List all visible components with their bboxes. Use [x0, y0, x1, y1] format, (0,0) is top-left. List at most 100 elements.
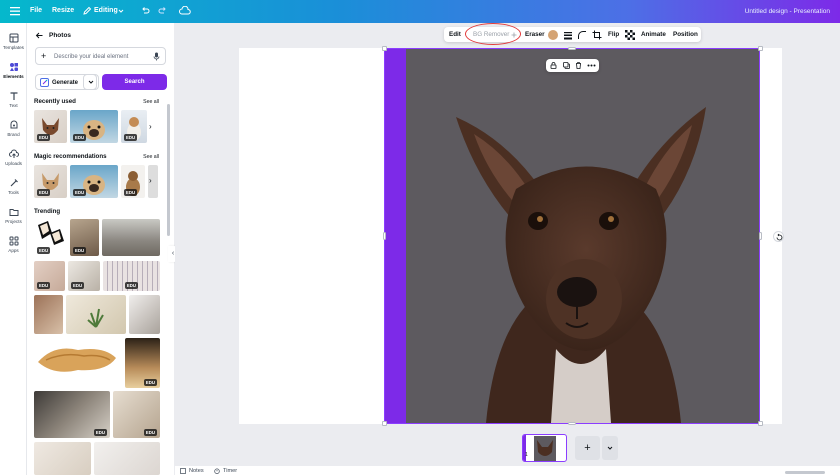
recent-photo-dog-3[interactable]: EDU — [121, 110, 147, 143]
resize-handle-left[interactable] — [383, 232, 386, 240]
border-style-icon[interactable] — [563, 30, 573, 40]
plus-icon[interactable]: + — [41, 51, 46, 61]
trending-photo-11[interactable]: EDU — [125, 338, 160, 388]
edu-badge: EDU — [143, 379, 157, 386]
trending-photo-5[interactable]: EDU — [68, 261, 100, 291]
tools-icon — [10, 179, 18, 187]
chevron-right-icon[interactable]: › — [149, 176, 152, 185]
panel-title: Photos — [49, 32, 72, 39]
recently-used-see-all[interactable]: See all — [143, 99, 159, 105]
trending-photo-6[interactable]: EDU — [103, 261, 160, 291]
trending-photo-12[interactable]: EDU — [34, 391, 110, 438]
rail-projects-label: Projects — [5, 219, 22, 224]
trending-photo-10[interactable] — [34, 338, 122, 381]
document-title[interactable]: Untitled design - Presentation — [745, 8, 830, 15]
undo-icon[interactable] — [140, 6, 150, 16]
cloud-saved-icon[interactable] — [179, 6, 191, 16]
edu-badge: EDU — [73, 189, 87, 196]
resize-handle-bottom-left[interactable] — [382, 421, 387, 426]
pencil-icon — [83, 6, 92, 15]
edu-badge: EDU — [37, 134, 51, 141]
edu-badge: EDU — [143, 429, 157, 436]
trending-photo-13[interactable]: EDU — [113, 391, 160, 438]
crop-icon[interactable] — [592, 30, 602, 40]
brand-icon — [10, 120, 17, 129]
redo-icon[interactable] — [158, 6, 168, 16]
transparency-icon[interactable] — [625, 30, 635, 40]
notes-icon — [180, 468, 186, 474]
resize-handle-top-right[interactable] — [758, 46, 763, 51]
trending-photo-14[interactable] — [34, 442, 91, 475]
duplicate-icon[interactable] — [563, 62, 570, 69]
panel-scrollbar[interactable] — [167, 104, 170, 236]
magic-see-all[interactable]: See all — [143, 154, 159, 160]
rail-text[interactable]: Text — [0, 91, 27, 108]
trending-photo-4[interactable]: EDU — [34, 261, 65, 291]
rail-projects[interactable]: Projects — [0, 207, 27, 224]
chevron-down-icon[interactable] — [118, 8, 124, 14]
menu-icon[interactable] — [10, 6, 20, 16]
magic-photo-dog-1[interactable]: EDU — [34, 165, 67, 198]
rotate-button[interactable] — [773, 231, 784, 242]
magic-photo-dog-3[interactable]: EDU — [121, 165, 145, 198]
resize-handle-right[interactable] — [759, 232, 762, 240]
rail-apps[interactable]: Apps — [0, 236, 27, 253]
chevron-right-icon[interactable]: › — [149, 122, 152, 131]
timer-button[interactable]: Timer — [223, 468, 237, 474]
search-input[interactable]: + Describe your ideal element — [35, 47, 166, 65]
eraser-button[interactable]: Eraser — [525, 31, 545, 38]
notes-button[interactable]: Notes — [189, 468, 204, 474]
edu-badge: EDU — [124, 134, 138, 141]
magic-photo-pug[interactable]: EDU — [70, 165, 118, 198]
element-quick-actions — [546, 59, 599, 72]
file-menu[interactable]: File — [30, 7, 42, 14]
color-swatch[interactable] — [548, 30, 558, 40]
trash-icon[interactable] — [575, 62, 582, 69]
rail-templates[interactable]: Templates — [0, 33, 27, 50]
recent-photo-dog-1[interactable]: EDU — [34, 110, 67, 143]
resize-handle-bottom[interactable] — [568, 422, 576, 425]
more-options-icon[interactable] — [587, 64, 596, 67]
chevron-down-icon — [607, 446, 613, 450]
trending-photo-2[interactable]: EDU — [70, 219, 99, 256]
edit-image-button[interactable]: Edit — [449, 31, 461, 38]
rotate-icon — [776, 233, 782, 240]
animate-button[interactable]: Animate — [641, 31, 666, 38]
rail-uploads[interactable]: Uploads — [0, 149, 27, 166]
trending-photo-8[interactable] — [66, 295, 126, 334]
add-page-button[interactable]: + — [575, 436, 600, 460]
position-button[interactable]: Position — [673, 31, 698, 38]
generate-options-dropdown[interactable] — [83, 74, 99, 90]
resize-handle-top-left[interactable] — [382, 46, 387, 51]
edu-badge: EDU — [73, 247, 87, 254]
rail-brand-label: Brand — [7, 132, 20, 137]
bg-remover-highlight-annotation — [465, 23, 521, 45]
projects-icon — [9, 209, 18, 216]
resize-handle-top[interactable] — [568, 47, 576, 50]
rail-brand[interactable]: Brand — [0, 120, 27, 137]
search-button[interactable]: Search — [102, 74, 167, 90]
trending-photo-1[interactable]: EDU — [34, 219, 67, 256]
trending-photo-7[interactable] — [34, 295, 63, 334]
editing-mode-button[interactable]: Editing — [94, 7, 118, 14]
rail-templates-label: Templates — [3, 45, 24, 50]
microphone-icon[interactable] — [153, 52, 160, 61]
recent-photo-pug[interactable]: EDU — [70, 110, 118, 143]
trending-photo-3[interactable] — [102, 219, 160, 256]
resize-handle-bottom-right[interactable] — [758, 421, 763, 426]
page-thumbnail[interactable] — [522, 434, 567, 462]
corner-rounding-icon[interactable] — [577, 30, 587, 40]
trending-photo-15[interactable] — [94, 442, 160, 475]
trending-photo-9[interactable] — [129, 295, 160, 334]
flip-button[interactable]: Flip — [608, 31, 619, 38]
rail-elements[interactable]: Elements — [0, 62, 27, 79]
zoom-slider[interactable] — [785, 471, 825, 474]
text-icon — [10, 92, 17, 100]
back-arrow-icon[interactable] — [35, 31, 44, 40]
page-number: 1 — [525, 452, 528, 458]
rail-tools[interactable]: Tools — [0, 178, 27, 195]
chevron-down-icon — [88, 80, 94, 84]
lock-icon[interactable] — [550, 62, 557, 69]
add-page-options-button[interactable] — [602, 436, 618, 460]
resize-menu[interactable]: Resize — [52, 7, 74, 14]
